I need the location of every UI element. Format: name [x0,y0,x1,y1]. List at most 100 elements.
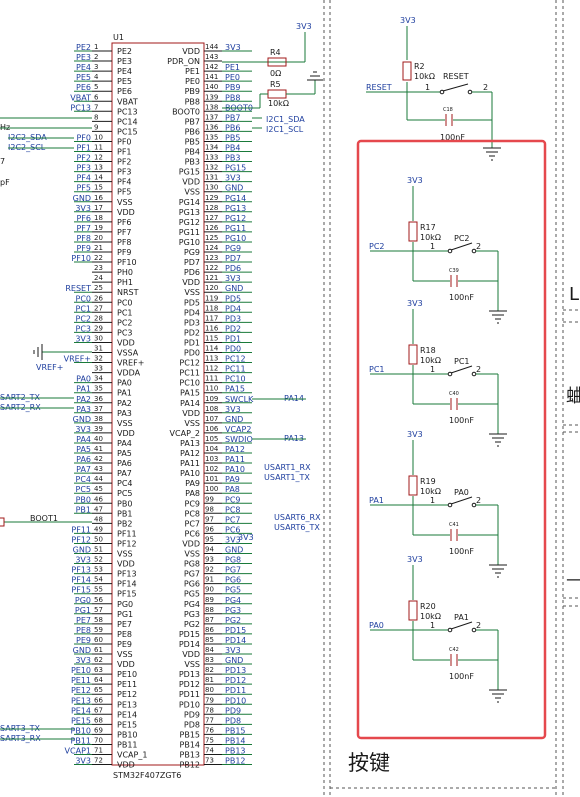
value-r2: 10kΩ [414,72,435,81]
pin-number: 43 [94,465,103,473]
net-label: PA10 [225,465,245,474]
net-label: GND [73,646,91,655]
net-label: PF13 [71,566,91,575]
pin-name: PD2 [184,328,200,337]
net-label: PC9 [225,495,241,504]
pin-name: PD3 [184,318,200,327]
pin-number: 13 [94,164,103,172]
pin-name: PA2 [117,399,132,408]
pin-name: PD12 [179,680,200,689]
net-label: VCAP2 [225,425,251,434]
net-label: 3V3 [75,204,91,213]
pin-name: VDD [182,650,200,659]
button-supply: 3V3 [407,299,423,308]
pin-number: 88 [205,606,214,614]
reset-switch-lever[interactable] [442,83,469,92]
pin-name: PB9 [185,87,200,96]
resistor-r5[interactable] [267,89,287,99]
pin-number: 40 [94,435,103,443]
net-label: PD5 [225,294,241,303]
net-label: PA15 [225,385,245,394]
cap-label: C41 [449,522,459,528]
pullup-resistor[interactable] [408,344,418,365]
net-usart6-tx[interactable]: USART6_TX [274,523,320,532]
switch-lever[interactable] [450,242,473,251]
pin-name: PD6 [184,268,200,277]
pin-number: 64 [94,676,103,684]
net-label: PF2 [76,154,91,163]
pin-number: 75 [205,736,214,744]
pin-name: NRST [117,288,139,297]
pullup-resistor[interactable] [408,600,418,621]
switch-label: PA0 [454,488,469,497]
net-label: PC3 [76,324,92,333]
resistor-r2[interactable] [402,61,412,81]
button-supply: 3V3 [407,555,423,564]
net-usart1-rx[interactable]: USART1_RX [264,463,311,472]
pin-name: PC0 [117,298,133,307]
pin-name: PG5 [184,590,200,599]
button-circuit: 3V3 R2010kΩ PA0 PA1 1 2 C42 100nF [369,555,507,703]
pin-name: PC3 [117,328,133,337]
net-label: PD15 [225,626,246,635]
reset-pin1: 1 [425,83,430,92]
switch-pin2: 2 [476,621,481,630]
switch-lever[interactable] [450,496,473,505]
switch-pin2: 2 [476,242,481,251]
pin-name: PD1 [184,338,200,347]
pin-name: PC2 [117,318,133,327]
pin-number: 35 [94,385,103,393]
cap-label: C42 [449,647,459,653]
pin-number: 105 [205,435,218,443]
pin-number: 12 [94,154,103,162]
net-label: PD12 [225,676,246,685]
pin-name: VREF+ [117,359,144,368]
pin-name: VBAT [117,97,138,106]
net-label: PD0 [225,345,241,354]
net-i2c1-sda[interactable]: I2C1_SDA [266,115,305,124]
pin-name: PD5 [184,298,200,307]
pin-name: PB3 [185,158,200,167]
net-3v3-vcap[interactable]: 3V3 [238,533,254,542]
net-label: GND [225,184,243,193]
pin-name: VSS [184,550,200,559]
net-reset[interactable]: RESET [366,83,392,92]
pin-number: 24 [94,274,103,282]
net-label: PF14 [71,576,91,585]
net-label: GND [225,546,243,555]
pullup-resistor[interactable] [408,475,418,496]
switch-lever[interactable] [450,621,473,630]
mcu-part-number: STM32F407ZGT6 [113,771,181,780]
pin-name: PF10 [117,258,137,267]
button-net-label: PA0 [369,621,384,630]
net-label: PF15 [71,586,91,595]
pin-number: 38 [94,415,103,423]
pin-name: PA8 [185,489,200,498]
pin-name: PE8 [117,630,132,639]
pin-name: PG12 [179,218,200,227]
net-label: PF3 [76,164,91,173]
net-label: PE6 [76,83,91,92]
net-usart1-tx[interactable]: USART1_TX [264,473,310,482]
net-label: PE5 [76,73,91,82]
net-label: PB8 [225,93,240,102]
pin-number: 86 [205,626,214,634]
pin-name: PD4 [184,308,200,317]
net-usart6-rx[interactable]: USART6_RX [274,513,321,522]
pin-number: 96 [205,525,214,533]
switch-label: PA1 [454,613,469,622]
pullup-resistor[interactable] [408,221,418,242]
net-label: PA5 [76,445,91,454]
net-i2c1-scl[interactable]: I2C1_SCL [266,125,304,134]
pin-number: 51 [94,546,103,554]
pin-number: 130 [205,184,218,192]
pin-name: PB12 [180,761,201,770]
net-label: PA0 [76,375,91,384]
pin-name: PG11 [179,228,200,237]
button-circuit: 3V3 R1910kΩ PA1 PA0 1 2 C41 100nF [369,430,507,578]
net-3v3-top-right[interactable]: 3V3 [296,22,312,31]
switch-lever[interactable] [450,365,473,374]
pin-number: 1 [94,43,98,51]
net-vref[interactable]: VREF+ [36,363,63,372]
net-label: PD9 [225,706,241,715]
